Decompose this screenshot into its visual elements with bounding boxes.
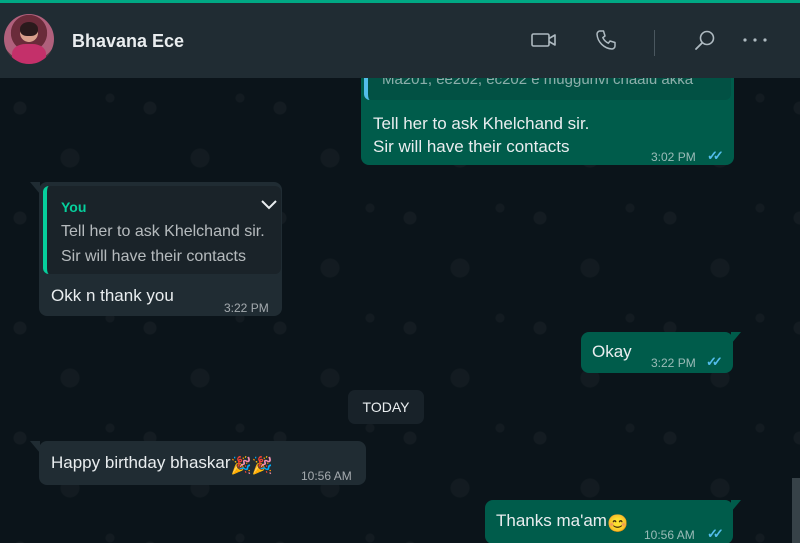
message-time: 10:56 AM xyxy=(301,469,352,483)
message-incoming[interactable]: Happy birthday bhaskar🎉🎉 10:56 AM xyxy=(39,441,366,485)
message-text: Okay xyxy=(592,342,632,361)
message-text-body: Happy birthday bhaskar xyxy=(51,453,231,472)
message-time: 3:02 PM xyxy=(651,150,696,164)
message-outgoing[interactable]: Ma201, ee202, ec202 e muggurivi chaalu a… xyxy=(361,78,734,165)
message-time: 3:22 PM xyxy=(224,301,269,315)
message-text: Sir will have their contacts xyxy=(373,137,570,156)
message-text: Thanks ma'am😊 xyxy=(496,509,628,535)
menu-icon[interactable] xyxy=(740,25,770,55)
quote-text: Sir will have their contacts xyxy=(61,248,246,265)
quoted-message[interactable]: You Tell her to ask Khelchand sir. Sir w… xyxy=(43,186,281,274)
quote-author: You xyxy=(61,199,87,215)
message-time: 3:22 PM xyxy=(651,356,696,370)
chat-area[interactable]: Ma201, ee202, ec202 e muggurivi chaalu a… xyxy=(0,78,800,543)
message-text: Okk n thank you xyxy=(51,286,174,305)
scrollbar[interactable] xyxy=(792,478,800,543)
voice-call-icon[interactable] xyxy=(591,25,621,55)
bubble-tail xyxy=(731,500,741,512)
bubble-tail xyxy=(731,332,741,344)
message-text: Happy birthday bhaskar🎉🎉 xyxy=(51,451,273,477)
message-text-body: Thanks ma'am xyxy=(496,511,607,530)
message-outgoing[interactable]: Okay 3:22 PM ✓✓ xyxy=(581,332,733,373)
video-call-icon[interactable] xyxy=(529,25,559,55)
quoted-message[interactable]: Ma201, ee202, ec202 e muggurivi chaalu a… xyxy=(364,78,731,100)
message-outgoing[interactable]: Thanks ma'am😊 10:56 AM ✓✓ xyxy=(485,500,733,543)
message-text: Tell her to ask Khelchand sir. xyxy=(373,114,590,133)
smiling-face-emoji-icon: 😊 xyxy=(606,514,629,533)
read-ticks-icon: ✓✓ xyxy=(707,148,724,163)
avatar-hair xyxy=(20,22,38,36)
date-separator: TODAY xyxy=(348,390,424,424)
chat-header: Bhavana Ece xyxy=(0,3,800,78)
message-time: 10:56 AM xyxy=(644,528,695,542)
contact-name[interactable]: Bhavana Ece xyxy=(72,31,184,52)
search-icon[interactable] xyxy=(690,25,720,55)
avatar-body xyxy=(12,44,46,64)
party-popper-emoji-icon: 🎉🎉 xyxy=(230,456,273,475)
read-ticks-icon: ✓✓ xyxy=(706,354,723,369)
contact-avatar[interactable] xyxy=(4,14,54,64)
message-incoming[interactable]: You Tell her to ask Khelchand sir. Sir w… xyxy=(39,182,282,316)
quote-text: Tell her to ask Khelchand sir. xyxy=(61,223,265,240)
quoted-text: Ma201, ee202, ec202 e muggurivi chaalu a… xyxy=(382,78,694,88)
chevron-down-icon[interactable] xyxy=(259,198,279,212)
header-divider xyxy=(654,30,655,56)
read-ticks-icon: ✓✓ xyxy=(707,526,724,541)
